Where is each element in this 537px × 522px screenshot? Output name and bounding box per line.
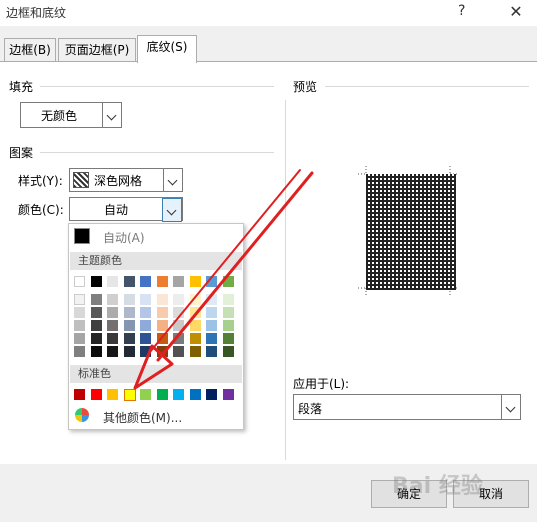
watermark-logo: Bai 经验 — [392, 474, 483, 499]
arrow-head — [133, 344, 174, 390]
red-arrow-annotation — [133, 169, 314, 390]
arrow-shape — [133, 169, 314, 390]
arrow-stroke — [156, 171, 314, 362]
arrow-stroke — [149, 169, 301, 353]
